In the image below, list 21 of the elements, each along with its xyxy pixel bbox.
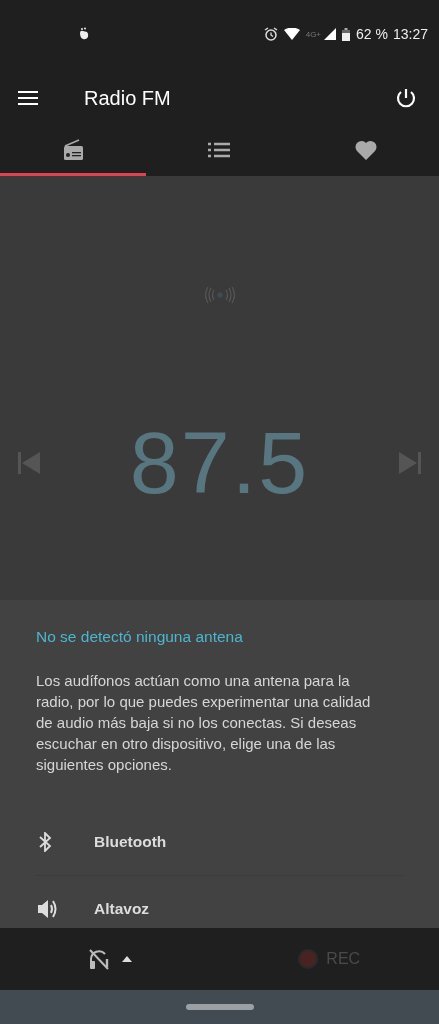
power-icon [395, 87, 417, 109]
bluetooth-option[interactable]: Bluetooth [36, 809, 403, 875]
sheet-title: No se detectó ninguna antena [36, 628, 244, 646]
heart-icon [354, 140, 377, 160]
battery-level: 62 % [356, 26, 388, 42]
network-type: 4G+ [305, 29, 322, 39]
clock-time: 13:27 [392, 26, 428, 42]
bluetooth-icon [38, 832, 52, 852]
app-title: Radio FM [84, 86, 172, 110]
home-handle[interactable] [185, 1004, 254, 1010]
caret-icon [121, 956, 132, 962]
signal-icon [324, 28, 337, 40]
list-icon [208, 142, 231, 158]
sheet-message: Los audífonos actúan como una antena para la radio, por lo que puedes experimentar una calidad de audio más baja si no los conectas. Si deseas escuchar en otro dispositivo, elige una de las siguientes opciones. [36, 671, 372, 775]
menu-icon [18, 90, 38, 106]
alarm-icon [263, 27, 278, 41]
frequency-display: 87.5 [129, 412, 310, 514]
battery-icon [342, 27, 351, 41]
wifi-icon [283, 28, 300, 40]
radio-icon [62, 139, 85, 161]
headphones-off-icon [87, 948, 110, 970]
